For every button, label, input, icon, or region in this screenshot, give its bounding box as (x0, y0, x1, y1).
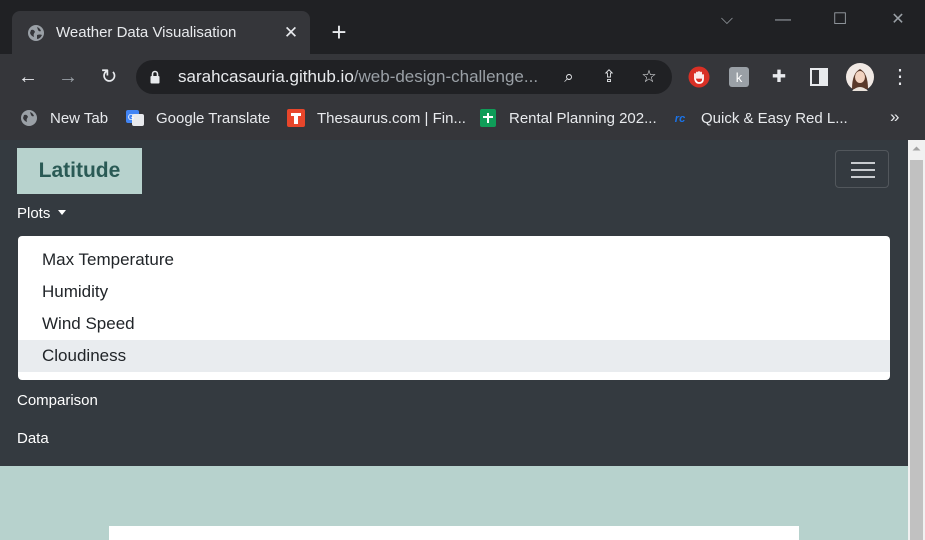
scrollbar-thumb[interactable] (910, 160, 923, 540)
bookmark-star-icon[interactable]: ☆ (638, 66, 660, 88)
bookmarks-overflow-icon[interactable]: » (890, 107, 899, 127)
share-icon[interactable]: ⇪ (598, 66, 620, 88)
bookmark-google-translate[interactable]: G Google Translate (126, 107, 270, 129)
url-path: /web-design-challenge... (353, 67, 539, 86)
bookmarks-bar: New Tab G Google Translate Thesaurus.com… (0, 100, 925, 141)
url-host: sarahcasauria.github.io (178, 67, 354, 86)
forward-icon[interactable]: → (55, 64, 81, 90)
bookmark-label: New Tab (50, 109, 109, 127)
back-icon[interactable]: ← (15, 64, 41, 90)
browser-toolbar: ← → ↻ sarahcasauria.github.io/web-design… (0, 54, 925, 100)
extensions-puzzle-icon[interactable]: ✚ (768, 66, 790, 88)
bookmark-new-tab[interactable]: New Tab (20, 107, 108, 129)
dropdown-item-cloudiness[interactable]: Cloudiness (18, 340, 890, 372)
reload-icon[interactable]: ↻ (96, 64, 122, 90)
minimize-icon[interactable]: — (771, 10, 795, 30)
zoom-icon[interactable]: ⌕ (558, 66, 580, 88)
globe-icon (21, 110, 37, 126)
dropdown-item-max-temperature[interactable]: Max Temperature (18, 244, 890, 276)
bookmark-rental-planning[interactable]: Rental Planning 202... (479, 107, 657, 129)
svg-text:k: k (736, 70, 743, 85)
svg-text:rc: rc (675, 113, 685, 125)
hamburger-line (851, 162, 875, 164)
url-text[interactable]: sarahcasauria.github.io/web-design-chall… (178, 66, 538, 88)
address-bar[interactable]: sarahcasauria.github.io/web-design-chall… (136, 60, 672, 94)
bookmark-thesaurus[interactable]: Thesaurus.com | Fin... (287, 107, 466, 129)
browser-menu-icon[interactable]: ⋮ (887, 64, 913, 90)
sheets-icon (480, 109, 496, 127)
maximize-icon[interactable]: ☐ (828, 10, 852, 30)
tab-title: Weather Data Visualisation (56, 24, 237, 41)
navbar: Latitude Plots Max Temperature Humidity … (0, 140, 908, 466)
plots-dropdown-menu: Max Temperature Humidity Wind Speed Clou… (18, 236, 890, 380)
dropdown-item-wind-speed[interactable]: Wind Speed (18, 308, 890, 340)
bookmark-label: Rental Planning 202... (509, 109, 657, 127)
adblock-extension-icon[interactable] (688, 66, 710, 88)
page-scrollbar[interactable] (908, 140, 925, 540)
bookmark-quick-easy[interactable]: rc Quick & Easy Red L... (671, 107, 848, 129)
k-extension-icon[interactable]: k (729, 67, 749, 87)
browser-tab-active[interactable]: Weather Data Visualisation ✕ (12, 11, 310, 54)
profile-avatar[interactable] (846, 63, 874, 91)
nav-comparison-link[interactable]: Comparison (17, 391, 98, 411)
page-viewport: Latitude Plots Max Temperature Humidity … (0, 140, 908, 540)
side-panel-icon[interactable] (810, 68, 828, 86)
hamburger-line (851, 169, 875, 171)
tab-close-icon[interactable]: ✕ (281, 23, 301, 43)
bookmark-label: Google Translate (156, 109, 271, 127)
dropdown-item-humidity[interactable]: Humidity (18, 276, 890, 308)
lock-icon (150, 70, 160, 84)
window-close-icon[interactable]: ✕ (886, 10, 910, 30)
nav-plots-dropdown[interactable]: Plots (17, 204, 67, 224)
navbar-toggler-button[interactable] (835, 150, 889, 188)
bookmark-label: Thesaurus.com | Fin... (317, 109, 466, 127)
qc-icon: rc (675, 113, 685, 125)
tab-strip: Weather Data Visualisation ✕ + ⌵ — ☐ ✕ (0, 0, 925, 54)
nav-plots-label: Plots (17, 205, 51, 222)
hamburger-line (851, 176, 875, 178)
thesaurus-icon (287, 109, 305, 127)
content-card (109, 526, 799, 540)
caret-down-icon (58, 210, 67, 215)
globe-icon (28, 25, 44, 41)
google-translate-icon: G (126, 110, 144, 126)
new-tab-button[interactable]: + (328, 19, 350, 45)
navbar-brand[interactable]: Latitude (17, 148, 142, 194)
bookmark-label: Quick & Easy Red L... (701, 109, 848, 127)
scroll-up-arrow-icon[interactable] (908, 140, 925, 157)
nav-data-link[interactable]: Data (17, 429, 49, 449)
svg-text:G: G (128, 113, 134, 122)
tab-search-icon[interactable]: ⌵ (715, 10, 739, 30)
